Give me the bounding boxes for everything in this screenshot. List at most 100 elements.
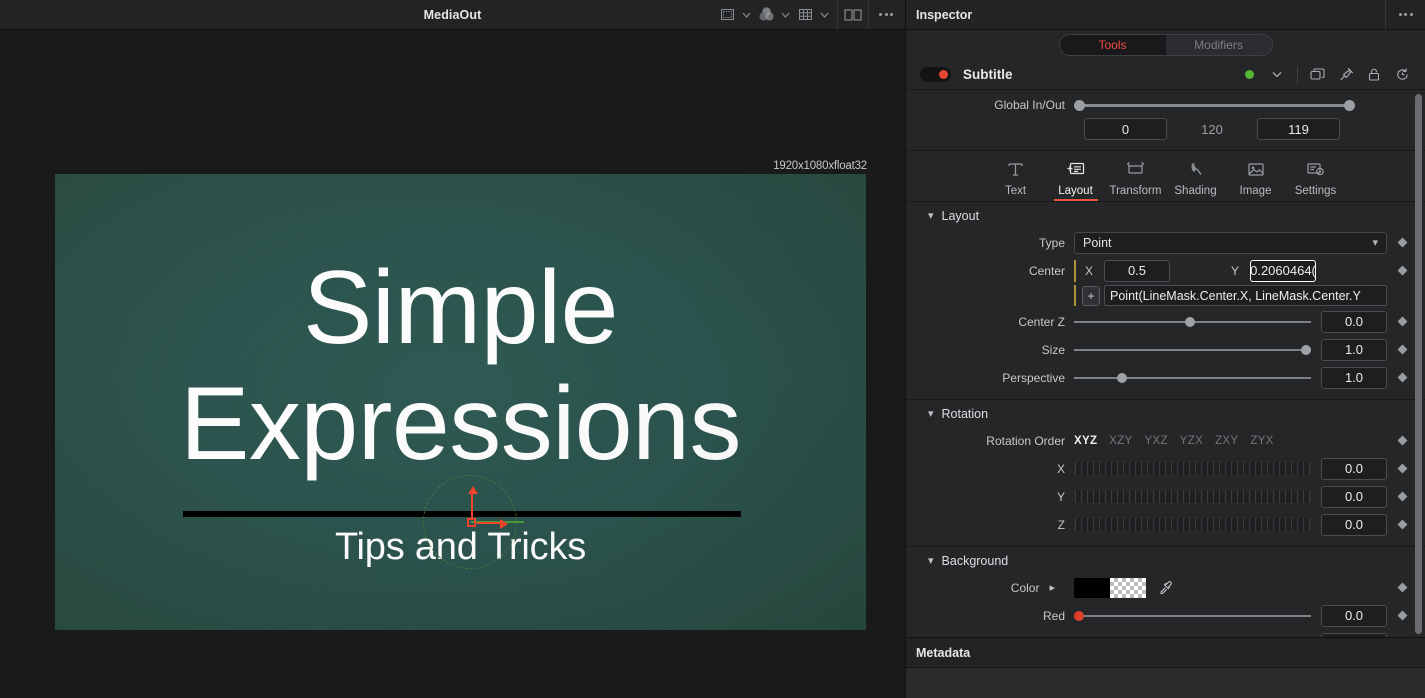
media-image[interactable]: Simple Expressions Tips and Tricks <box>55 174 866 630</box>
rotation-y-slider[interactable] <box>1074 489 1311 504</box>
rotation-x-row: X 0.0 <box>906 456 1425 481</box>
chevron-down-icon[interactable] <box>1264 63 1290 87</box>
global-in-out-group: Global In/Out 0 120 119 <box>906 90 1425 151</box>
global-in-field[interactable]: 0 <box>1084 118 1167 140</box>
rotation-order-zxy[interactable]: ZXY <box>1215 435 1238 447</box>
type-row: Type Point ▾ <box>906 230 1425 255</box>
center-z-label: Center Z <box>1018 314 1065 329</box>
rotation-x-slider[interactable] <box>1074 461 1311 476</box>
inspector-scrollbar[interactable] <box>1415 94 1422 634</box>
center-z-field[interactable]: 0.0 <box>1321 310 1387 333</box>
center-z-keyframe-button[interactable] <box>1387 316 1417 327</box>
eyedropper-icon[interactable] <box>1158 580 1173 595</box>
tool-tab-text-label: Text <box>1004 185 1027 197</box>
onscreen-control-center-handle[interactable] <box>467 518 476 527</box>
size-handle[interactable] <box>1301 344 1311 355</box>
background-red-slider[interactable] <box>1074 608 1311 624</box>
onscreen-control[interactable] <box>423 475 524 569</box>
rotation-y-keyframe-button[interactable] <box>1387 491 1417 502</box>
tool-tabs: Text Layout Transform Shading Image Sett… <box>906 151 1425 202</box>
node-status-dot[interactable] <box>1236 63 1262 87</box>
global-out-handle[interactable] <box>1344 100 1355 111</box>
center-x-label: X <box>1084 263 1093 278</box>
reset-icon[interactable] <box>1389 63 1415 87</box>
type-dropdown[interactable]: Point ▾ <box>1074 231 1387 254</box>
rotation-y-field[interactable]: 0.0 <box>1321 485 1387 508</box>
background-color-keyframe-button[interactable] <box>1387 582 1417 593</box>
viewer-canvas[interactable]: 1920x1080xfloat32 Simple Expressions Tip… <box>0 30 905 698</box>
expression-input[interactable]: Point(LineMask.Center.X, LineMask.Center… <box>1104 285 1387 306</box>
rotation-z-slider[interactable] <box>1074 517 1311 532</box>
type-dropdown-value: Point <box>1083 235 1112 250</box>
tool-tab-shading-label: Shading <box>1174 185 1217 197</box>
chevron-down-icon: ▾ <box>928 554 934 567</box>
node-enable-toggle[interactable] <box>920 67 951 82</box>
tool-tab-settings[interactable]: Settings <box>1286 157 1346 201</box>
metadata-body <box>906 668 1425 698</box>
type-keyframe-button[interactable] <box>1387 237 1417 248</box>
section-header-background[interactable]: ▾ Background <box>906 547 1425 575</box>
tab-modifiers[interactable]: Modifiers <box>1165 35 1272 55</box>
expression-add-button[interactable]: + <box>1082 285 1100 306</box>
onscreen-control-y-arrow-icon[interactable] <box>467 486 478 494</box>
rotation-z-field[interactable]: 0.0 <box>1321 513 1387 536</box>
inspector-more-options-icon[interactable] <box>1385 0 1425 30</box>
pin-icon[interactable] <box>1333 63 1359 87</box>
size-slider[interactable] <box>1074 342 1311 358</box>
background-green-field[interactable]: 0.0 <box>1321 632 1387 637</box>
expression-indicator <box>1074 259 1076 282</box>
rotation-y-label: Y <box>1056 489 1065 504</box>
global-in-out-slider[interactable] <box>1074 98 1355 112</box>
onscreen-control-x-arrow-icon[interactable] <box>500 518 508 529</box>
center-y-label: Y <box>1230 263 1239 278</box>
center-z-handle[interactable] <box>1185 316 1196 327</box>
perspective-slider[interactable] <box>1074 370 1311 386</box>
center-x-field[interactable]: 0.5 <box>1104 259 1170 282</box>
layout-icon <box>1065 157 1086 181</box>
background-red-handle[interactable] <box>1074 610 1084 621</box>
metadata-header: Metadata <box>906 638 1425 668</box>
background-red-keyframe-button[interactable] <box>1387 610 1417 621</box>
rotation-order-yxz[interactable]: YXZ <box>1145 435 1168 447</box>
global-in-handle[interactable] <box>1074 100 1085 111</box>
background-color-swatch[interactable] <box>1074 577 1146 598</box>
perspective-field[interactable]: 1.0 <box>1321 366 1387 389</box>
perspective-handle[interactable] <box>1116 372 1127 383</box>
rotation-order-xzy[interactable]: XZY <box>1109 435 1132 447</box>
tool-tab-layout[interactable]: Layout <box>1046 157 1106 201</box>
background-color-label: Color <box>1010 580 1040 595</box>
metadata-title: Metadata <box>916 645 971 660</box>
perspective-keyframe-button[interactable] <box>1387 372 1417 383</box>
center-y-field[interactable]: 0.2060464( <box>1250 259 1316 282</box>
tab-tools[interactable]: Tools <box>1059 35 1166 55</box>
size-keyframe-button[interactable] <box>1387 344 1417 355</box>
tool-tab-text[interactable]: Text <box>986 157 1046 201</box>
metadata-panel: Metadata <box>906 637 1425 698</box>
global-out-field[interactable]: 119 <box>1257 118 1340 140</box>
tool-tab-transform[interactable]: Transform <box>1106 157 1166 201</box>
rotation-x-keyframe-button[interactable] <box>1387 463 1417 474</box>
color-swatch-alpha <box>1110 577 1146 598</box>
rotation-order-zyx[interactable]: ZYX <box>1250 435 1273 447</box>
onscreen-control-y-axis-icon[interactable] <box>471 492 473 519</box>
background-red-field[interactable]: 0.0 <box>1321 604 1387 627</box>
chevron-right-icon[interactable]: ▸ <box>1049 581 1055 594</box>
section-header-layout[interactable]: ▾ Layout <box>906 202 1425 230</box>
rotation-order-xyz[interactable]: XYZ <box>1074 435 1097 447</box>
rotation-order-keyframe-button[interactable] <box>1387 435 1417 446</box>
tool-tab-image[interactable]: Image <box>1226 157 1286 201</box>
rotation-z-keyframe-button[interactable] <box>1387 519 1417 530</box>
tool-tab-shading[interactable]: Shading <box>1166 157 1226 201</box>
center-keyframe-button[interactable] <box>1387 265 1417 276</box>
lock-icon[interactable] <box>1361 63 1387 87</box>
section-header-rotation[interactable]: ▾ Rotation <box>906 400 1425 428</box>
background-color-row: Color ▸ <box>906 575 1425 600</box>
rotation-y-row: Y 0.0 <box>906 484 1425 509</box>
background-green-slider[interactable] <box>1074 636 1311 638</box>
rotation-x-field[interactable]: 0.0 <box>1321 457 1387 480</box>
size-field[interactable]: 1.0 <box>1321 338 1387 361</box>
center-z-slider[interactable] <box>1074 314 1311 330</box>
rotation-order-yzx[interactable]: YZX <box>1180 435 1203 447</box>
copy-icon[interactable] <box>1305 63 1331 87</box>
background-red-row: Red 0.0 <box>906 603 1425 628</box>
